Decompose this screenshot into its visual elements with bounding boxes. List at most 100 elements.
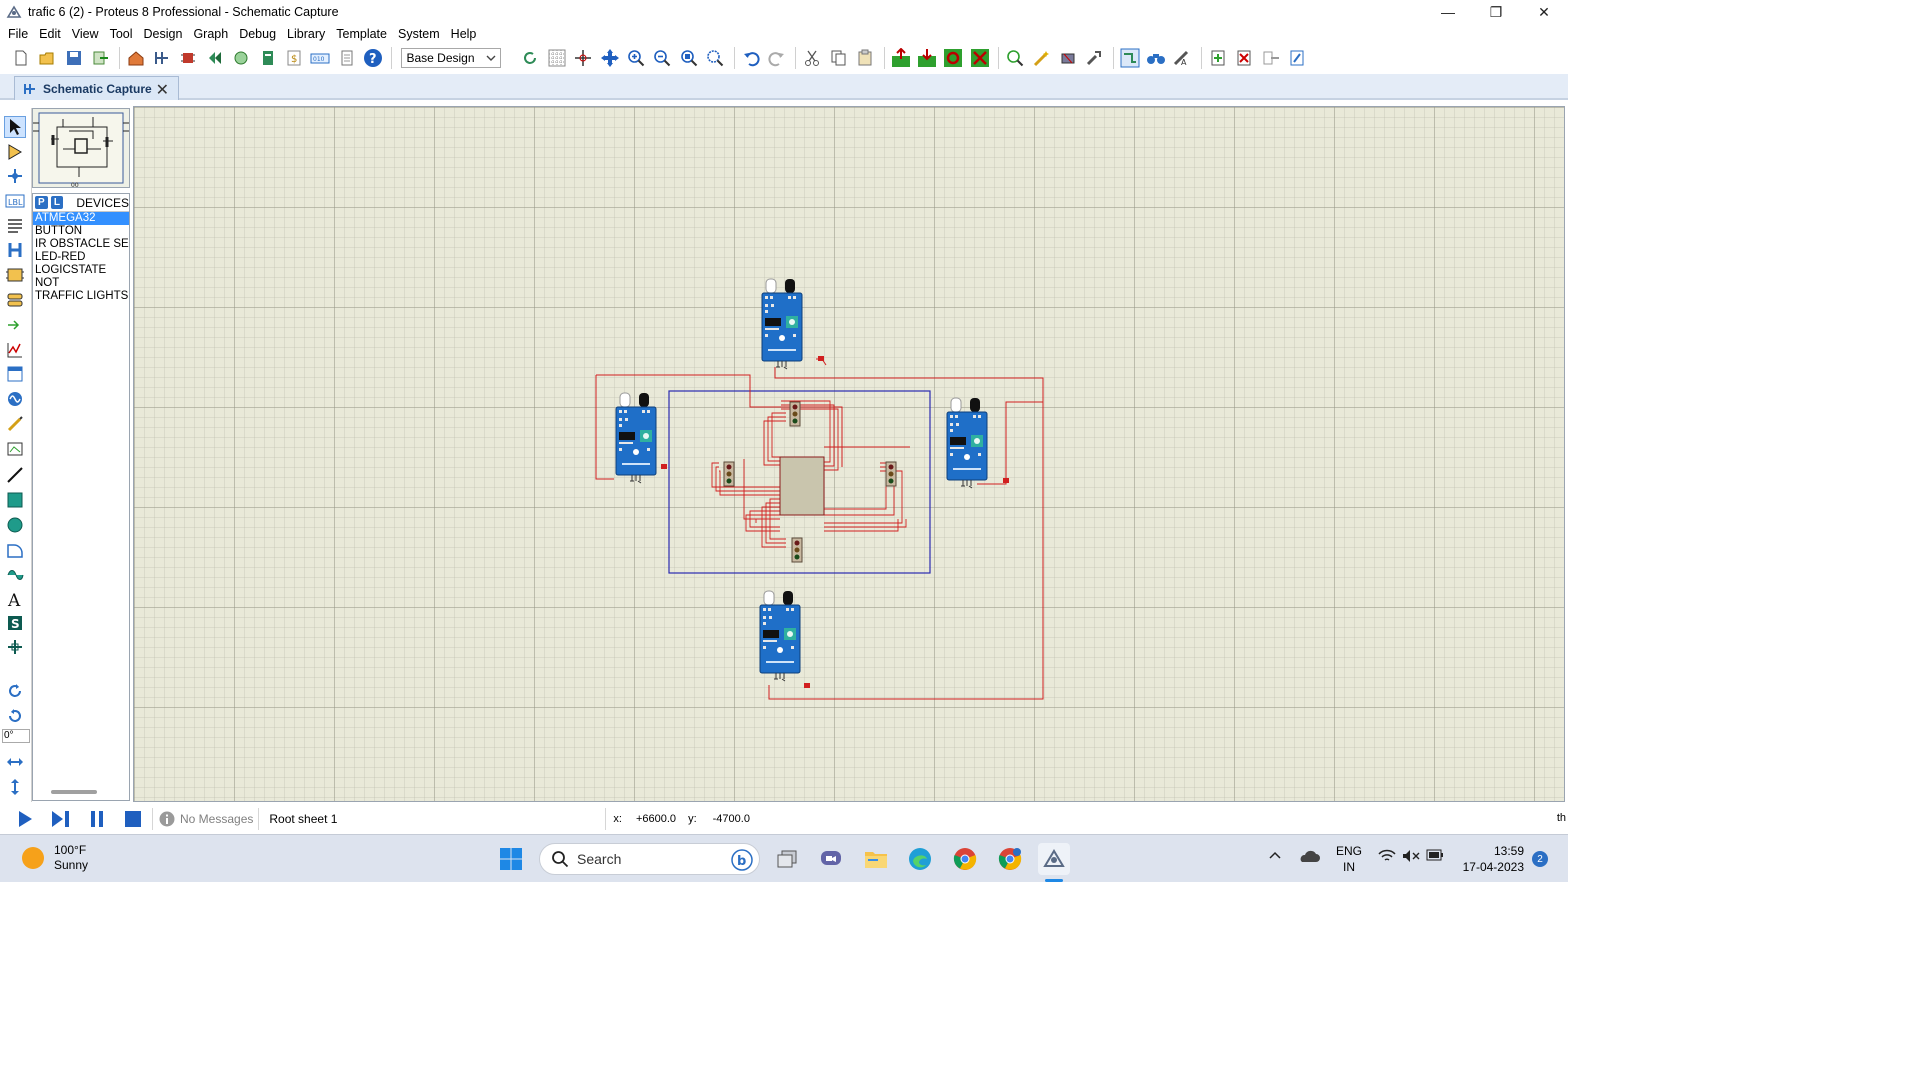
- decompose-icon[interactable]: [1083, 47, 1105, 69]
- path-draw-icon[interactable]: [4, 563, 26, 585]
- stop-icon[interactable]: [122, 808, 144, 830]
- wire-net[interactable]: [774, 367, 834, 379]
- device-item-button[interactable]: BUTTON: [33, 225, 129, 238]
- tape-recorder-mode-icon[interactable]: [4, 363, 26, 385]
- zoom-area-icon[interactable]: [704, 47, 726, 69]
- undo-icon[interactable]: [740, 47, 762, 69]
- instruments-mode-icon[interactable]: [4, 438, 26, 460]
- show-hidden-icons-icon[interactable]: [1268, 849, 1282, 863]
- probe-mode-icon[interactable]: [4, 413, 26, 435]
- chrome-profile-icon[interactable]: [994, 843, 1026, 875]
- paste-icon[interactable]: [854, 47, 876, 69]
- menu-edit[interactable]: Edit: [35, 27, 66, 41]
- block-delete-icon[interactable]: [969, 47, 991, 69]
- redo-icon[interactable]: [766, 47, 788, 69]
- block-move-icon[interactable]: [916, 47, 938, 69]
- battery-icon[interactable]: [1426, 849, 1444, 864]
- box-draw-icon[interactable]: [4, 489, 26, 511]
- traffic-light-north[interactable]: [789, 401, 801, 427]
- close-tab-icon[interactable]: ✕: [156, 80, 169, 100]
- pick-devices-button[interactable]: P: [35, 196, 48, 209]
- library-manager-button[interactable]: L: [50, 196, 64, 209]
- logic-state-terminal[interactable]: [804, 683, 810, 688]
- logic-state-terminal[interactable]: [1003, 478, 1009, 483]
- close-window-button[interactable]: ✕: [1520, 0, 1568, 24]
- rotate-clockwise-icon[interactable]: [4, 680, 26, 702]
- origin-icon[interactable]: [572, 47, 594, 69]
- device-item-traffic-lights[interactable]: TRAFFIC LIGHTS: [33, 290, 129, 303]
- circle-draw-icon[interactable]: [4, 514, 26, 536]
- import-icon[interactable]: [89, 47, 111, 69]
- buses-mode-icon[interactable]: [4, 239, 26, 261]
- 3d-viewer-icon[interactable]: [230, 47, 252, 69]
- wire-net[interactable]: [595, 375, 614, 480]
- windows-start-icon[interactable]: [495, 843, 527, 875]
- ir-sensor-north[interactable]: [761, 278, 803, 370]
- onedrive-icon[interactable]: [1298, 849, 1320, 866]
- edge-browser-icon[interactable]: [904, 843, 936, 875]
- home-icon[interactable]: [125, 47, 147, 69]
- line-draw-icon[interactable]: [4, 464, 26, 486]
- menu-tool[interactable]: Tool: [106, 27, 138, 41]
- gerber-icon[interactable]: [204, 47, 226, 69]
- remove-sheet-icon[interactable]: [1233, 47, 1255, 69]
- cut-icon[interactable]: [801, 47, 823, 69]
- atmega32-chip[interactable]: [779, 456, 825, 516]
- new-sheet-icon[interactable]: [1207, 47, 1229, 69]
- taskbar-search-box[interactable]: Search b: [539, 843, 760, 875]
- subcircuit-mode-icon[interactable]: [4, 264, 26, 286]
- traffic-light-south[interactable]: [791, 537, 803, 563]
- menu-view[interactable]: View: [68, 27, 104, 41]
- system-clock[interactable]: 13:59 17-04-2023: [1463, 843, 1524, 875]
- marker-draw-icon[interactable]: [4, 636, 26, 658]
- menu-system[interactable]: System: [394, 27, 445, 41]
- exit-to-parent-icon[interactable]: [1260, 47, 1282, 69]
- tab-schematic-capture[interactable]: Schematic Capture ✕: [14, 76, 179, 100]
- rotate-anticlockwise-icon[interactable]: [4, 705, 26, 727]
- make-device-icon[interactable]: [1031, 47, 1053, 69]
- schematic-canvas[interactable]: [133, 106, 1565, 802]
- overview-window[interactable]: 00: [32, 108, 130, 189]
- device-item-led-red[interactable]: LED-RED: [33, 251, 129, 264]
- menu-graph[interactable]: Graph: [189, 27, 233, 41]
- chrome-browser-icon[interactable]: [949, 843, 981, 875]
- pick-device-icon[interactable]: [1004, 47, 1026, 69]
- packaging-tool-icon[interactable]: [1057, 47, 1079, 69]
- mirror-horizontal-icon[interactable]: [4, 751, 26, 773]
- component-mode-icon[interactable]: [4, 141, 26, 163]
- copy-icon[interactable]: [828, 47, 850, 69]
- graph-mode-icon[interactable]: [4, 339, 26, 361]
- wire-net[interactable]: [768, 377, 1044, 700]
- search-tag-icon[interactable]: [1145, 47, 1167, 69]
- wifi-icon[interactable]: [1378, 849, 1396, 866]
- device-pins-mode-icon[interactable]: [4, 314, 26, 336]
- task-view-icon[interactable]: [771, 843, 803, 875]
- step-icon[interactable]: [50, 808, 72, 830]
- notes-icon[interactable]: [336, 47, 358, 69]
- new-file-icon[interactable]: [10, 47, 32, 69]
- device-item-atmega32[interactable]: ATMEGA32: [33, 212, 129, 225]
- zoom-in-icon[interactable]: [625, 47, 647, 69]
- teams-chat-icon[interactable]: [815, 843, 847, 875]
- logic-state-terminal[interactable]: [661, 464, 667, 469]
- notification-badge[interactable]: 2: [1532, 851, 1548, 867]
- file-explorer-icon[interactable]: [860, 843, 892, 875]
- wire-autorouter-icon[interactable]: [1119, 47, 1141, 69]
- bill-cost-icon[interactable]: $: [283, 47, 305, 69]
- language-indicator[interactable]: ENG IN: [1336, 843, 1362, 875]
- menu-template[interactable]: Template: [332, 27, 392, 41]
- design-variant-select[interactable]: Base Design: [401, 48, 502, 68]
- bom-icon[interactable]: [257, 47, 279, 69]
- open-folder-icon[interactable]: [36, 47, 58, 69]
- restore-button[interactable]: ❐: [1472, 0, 1520, 24]
- text-script-mode-icon[interactable]: [4, 214, 26, 236]
- source-code-icon[interactable]: 010: [309, 47, 331, 69]
- messages-indicator[interactable]: No Messages: [159, 811, 253, 827]
- play-icon[interactable]: [14, 808, 36, 830]
- mirror-vertical-icon[interactable]: [4, 776, 26, 798]
- traffic-light-east[interactable]: [885, 461, 897, 487]
- rotation-angle-field[interactable]: 0°: [2, 729, 30, 743]
- ir-sensor-west[interactable]: [615, 392, 657, 484]
- zoom-out-icon[interactable]: [651, 47, 673, 69]
- selection-mode-icon[interactable]: [4, 116, 26, 138]
